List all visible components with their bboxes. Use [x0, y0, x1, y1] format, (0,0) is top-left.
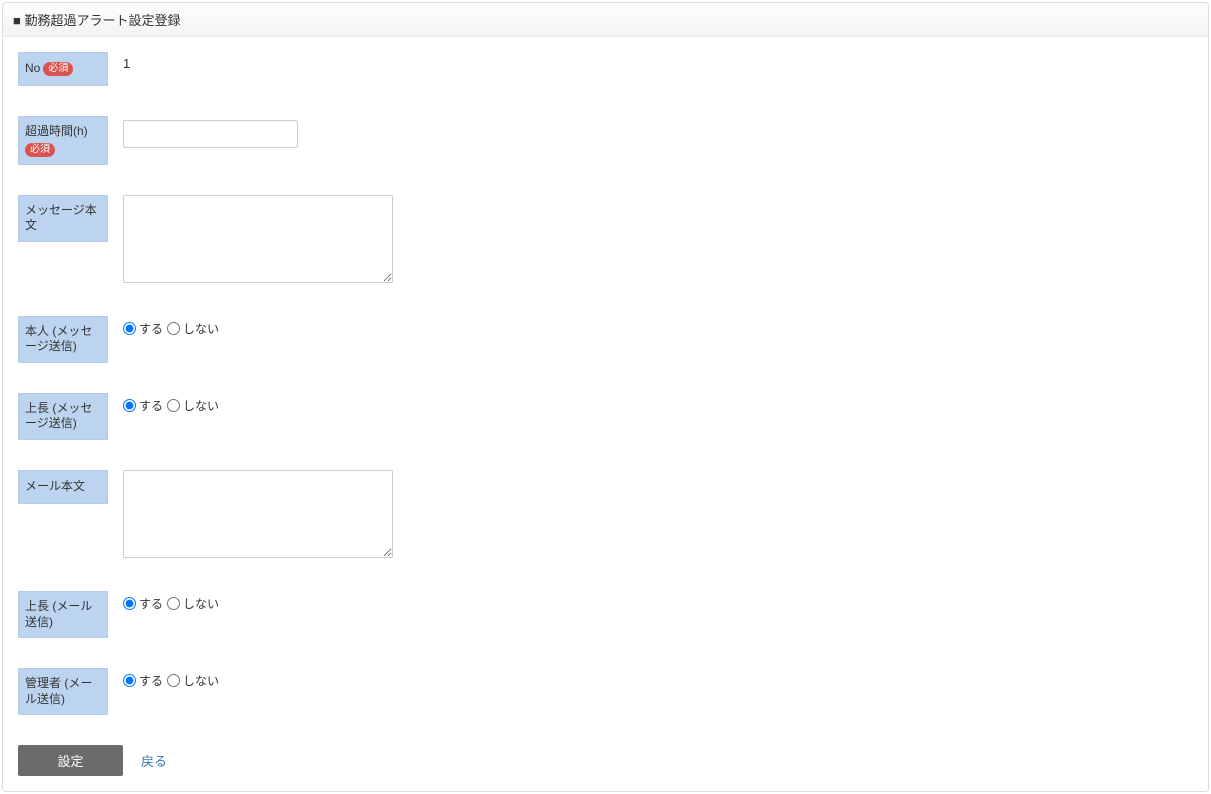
value-self-message: する しない	[123, 316, 1193, 337]
label-no-text: No	[25, 61, 40, 77]
row-superior-message: 上長 (メッセージ送信) する しない	[18, 393, 1193, 440]
admin-mail-no-radio[interactable]	[167, 674, 180, 687]
superior-mail-yes-radio[interactable]	[123, 597, 136, 610]
label-self-message-text: 本人 (メッセージ送信)	[25, 324, 101, 355]
superior-mail-no-label: しない	[183, 595, 219, 612]
submit-button[interactable]: 設定	[18, 745, 123, 776]
superior-message-no-label: しない	[183, 397, 219, 414]
row-no: No 必須 1	[18, 52, 1193, 86]
label-superior-message-text: 上長 (メッセージ送信)	[25, 401, 101, 432]
required-badge-overtime: 必須	[25, 143, 55, 157]
back-link[interactable]: 戻る	[141, 751, 167, 770]
row-mail-body: メール本文	[18, 470, 1193, 561]
label-admin-mail: 管理者 (メール送信)	[18, 668, 108, 715]
panel-header: ■ 勤務超過アラート設定登録	[3, 3, 1208, 37]
superior-mail-yes-label: する	[139, 595, 163, 612]
self-message-yes-radio[interactable]	[123, 322, 136, 335]
self-message-no-radio[interactable]	[167, 322, 180, 335]
message-body-textarea[interactable]	[123, 195, 393, 283]
row-admin-mail: 管理者 (メール送信) する しない	[18, 668, 1193, 715]
panel-title: ■ 勤務超過アラート設定登録	[13, 13, 180, 28]
overtime-hours-input[interactable]	[123, 120, 298, 148]
label-mail-body: メール本文	[18, 470, 108, 504]
self-message-yes-label: する	[139, 320, 163, 337]
label-message-body-text: メッセージ本文	[25, 203, 101, 234]
superior-message-no-radio[interactable]	[167, 399, 180, 412]
label-admin-mail-text: 管理者 (メール送信)	[25, 676, 101, 707]
mail-body-textarea[interactable]	[123, 470, 393, 558]
settings-panel: ■ 勤務超過アラート設定登録 No 必須 1 超過時間(h) 必須 メッセージ本…	[2, 2, 1209, 792]
panel-body: No 必須 1 超過時間(h) 必須 メッセージ本文	[3, 37, 1208, 791]
label-superior-mail: 上長 (メール送信)	[18, 591, 108, 638]
row-superior-mail: 上長 (メール送信) する しない	[18, 591, 1193, 638]
value-admin-mail: する しない	[123, 668, 1193, 689]
value-mail-body	[123, 470, 1193, 561]
label-overtime-hours-text: 超過時間(h)	[25, 124, 88, 140]
label-mail-body-text: メール本文	[25, 479, 85, 495]
superior-message-yes-label: する	[139, 397, 163, 414]
admin-mail-yes-radio[interactable]	[123, 674, 136, 687]
superior-message-yes-radio[interactable]	[123, 399, 136, 412]
row-self-message: 本人 (メッセージ送信) する しない	[18, 316, 1193, 363]
value-message-body	[123, 195, 1193, 286]
value-no: 1	[123, 52, 1193, 71]
self-message-no-label: しない	[183, 320, 219, 337]
value-superior-message: する しない	[123, 393, 1193, 414]
button-row: 設定 戻る	[18, 745, 1193, 776]
label-message-body: メッセージ本文	[18, 195, 108, 242]
label-self-message: 本人 (メッセージ送信)	[18, 316, 108, 363]
value-overtime-hours	[123, 116, 1193, 148]
required-badge-no: 必須	[43, 62, 73, 76]
label-no: No 必須	[18, 52, 108, 86]
row-overtime-hours: 超過時間(h) 必須	[18, 116, 1193, 165]
label-superior-mail-text: 上長 (メール送信)	[25, 599, 101, 630]
superior-mail-no-radio[interactable]	[167, 597, 180, 610]
label-superior-message: 上長 (メッセージ送信)	[18, 393, 108, 440]
label-overtime-hours: 超過時間(h) 必須	[18, 116, 108, 165]
row-message-body: メッセージ本文	[18, 195, 1193, 286]
value-superior-mail: する しない	[123, 591, 1193, 612]
